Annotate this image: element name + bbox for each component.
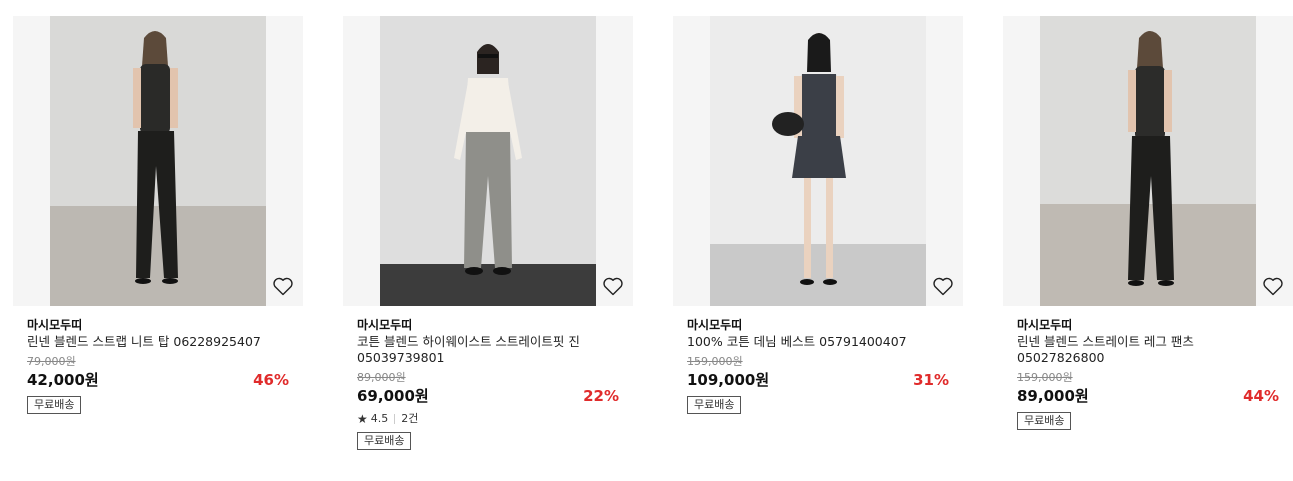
product-name[interactable]: 코튼 블렌드 하이웨이스트 스트레이트핏 진 05039739801 [357,334,619,366]
model-photo [380,16,596,306]
free-shipping-badge: 무료배송 [27,396,82,414]
heart-outline-icon[interactable] [931,274,955,298]
original-price: 79,000원 [27,355,76,368]
sale-price: 69,000원 [357,387,429,405]
review-count[interactable]: 2건 [401,412,418,426]
sale-price: 89,000원 [1017,387,1089,405]
product-thumbnail[interactable] [1003,16,1293,306]
divider [394,414,396,424]
brand-name: 마시모두띠 [687,318,743,332]
product-image[interactable] [50,16,266,306]
sale-price: 42,000원 [27,371,99,389]
product-card[interactable]: 마시모두띠 100% 코튼 데님 베스트 05791400407 159,000… [673,16,963,414]
product-card[interactable]: 마시모두띠 린넨 블렌드 스트랩 니트 탑 06228925407 79,000… [13,16,303,414]
brand-name: 마시모두띠 [1017,318,1073,332]
model-photo [50,16,266,306]
original-price: 89,000원 [357,371,406,384]
price-row: 42,000원 46% [27,370,289,390]
brand-name: 마시모두띠 [357,318,413,332]
price-row: 109,000원 31% [687,370,949,390]
product-image[interactable] [1040,16,1256,306]
model-photo [1040,16,1256,306]
original-price: 159,000원 [687,355,743,368]
product-card[interactable]: 마시모두띠 코튼 블렌드 하이웨이스트 스트레이트핏 진 05039739801… [343,16,633,450]
model-photo [710,16,926,306]
free-shipping-badge: 무료배송 [1017,412,1072,430]
product-thumbnail[interactable] [673,16,963,306]
price-row: 69,000원 22% [357,386,619,406]
heart-outline-icon[interactable] [601,274,625,298]
discount-rate: 46% [253,371,289,389]
product-thumbnail[interactable] [343,16,633,306]
product-thumbnail[interactable] [13,16,303,306]
free-shipping-badge: 무료배송 [357,432,412,450]
product-card[interactable]: 마시모두띠 린넨 블렌드 스트레이트 레그 팬츠 05027826800 159… [1003,16,1293,430]
sale-price: 109,000원 [687,371,770,389]
heart-outline-icon[interactable] [271,274,295,298]
rating-value: 4.5 [370,412,389,425]
rating-summary: ★ 4.5 2건 [357,412,633,426]
star-icon: ★ [357,412,368,426]
original-price: 159,000원 [1017,371,1073,384]
heart-outline-icon[interactable] [1261,274,1285,298]
brand-name: 마시모두띠 [27,318,83,332]
product-image[interactable] [710,16,926,306]
price-row: 89,000원 44% [1017,386,1279,406]
product-image[interactable] [380,16,596,306]
product-name[interactable]: 린넨 블렌드 스트랩 니트 탑 06228925407 [27,334,289,350]
free-shipping-badge: 무료배송 [687,396,742,414]
product-name[interactable]: 린넨 블렌드 스트레이트 레그 팬츠 05027826800 [1017,334,1279,366]
discount-rate: 44% [1243,387,1279,405]
product-name[interactable]: 100% 코튼 데님 베스트 05791400407 [687,334,949,350]
discount-rate: 31% [913,371,949,389]
discount-rate: 22% [583,387,619,405]
